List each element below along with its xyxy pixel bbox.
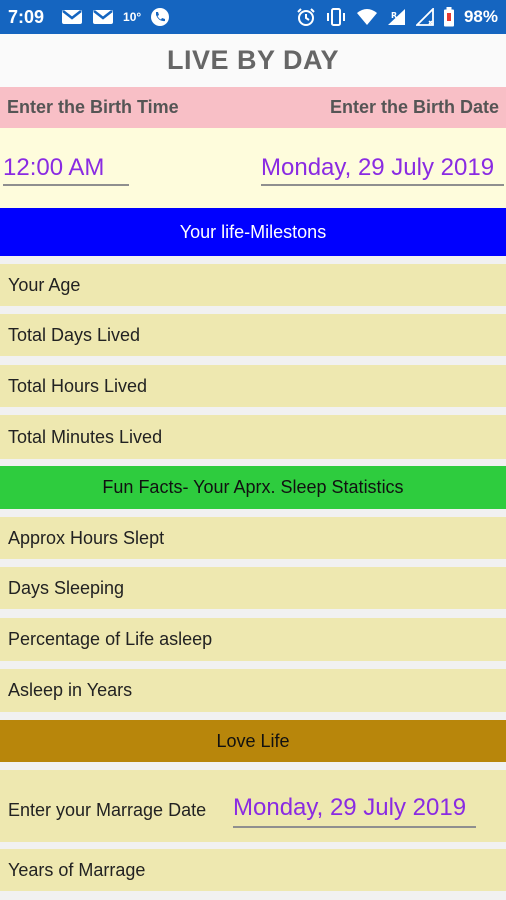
- marriage-date-field[interactable]: Monday, 29 July 2019: [233, 790, 476, 828]
- alarm-icon: [296, 7, 316, 27]
- status-time: 7:09: [8, 6, 45, 27]
- list-item-total-days: Total Days Lived: [0, 314, 506, 356]
- status-right: R 98%: [296, 7, 498, 27]
- battery-percent: 98%: [463, 7, 498, 26]
- signal-icon-2: [415, 8, 434, 26]
- birth-date-field[interactable]: Monday, 29 July 2019: [261, 150, 504, 186]
- weather-temp: 10°: [123, 10, 142, 24]
- vibrate-icon: [325, 7, 347, 27]
- sleep-stats-header: Fun Facts- Your Aprx. Sleep Statistics: [0, 466, 506, 509]
- phone-icon: [150, 7, 170, 27]
- list-item-total-minutes: Total Minutes Lived: [0, 415, 506, 459]
- list-item-asleep-years: Asleep in Years: [0, 669, 506, 712]
- list-item-percent-asleep: Percentage of Life asleep: [0, 618, 506, 661]
- svg-text:R: R: [391, 11, 397, 20]
- list-item-your-age: Your Age: [0, 264, 506, 306]
- app-title: LIVE BY DAY: [166, 45, 340, 75]
- list-item-days-sleeping: Days Sleeping: [0, 567, 506, 609]
- wifi-icon: [356, 8, 378, 26]
- birth-labels-bar: Enter the Birth Time Enter the Birth Dat…: [0, 87, 506, 128]
- marriage-date-row: Enter your Marrage Date Monday, 29 July …: [0, 770, 506, 842]
- birth-date-label: Enter the Birth Date: [329, 97, 499, 117]
- battery-icon: [443, 7, 455, 27]
- list-item-hours-slept: Approx Hours Slept: [0, 517, 506, 559]
- milestones-header: Your life-Milestons: [0, 208, 506, 256]
- list-item-years-marriage: Years of Marrage: [0, 849, 506, 891]
- birth-time-field[interactable]: 12:00 AM: [3, 150, 129, 186]
- status-bar: 7:09 10° R 98%: [0, 0, 506, 34]
- gmail-icon: [61, 9, 83, 25]
- status-left: 7:09 10°: [8, 7, 170, 28]
- gmail-icon: [92, 9, 114, 25]
- marriage-date-label: Enter your Marrage Date: [8, 800, 207, 820]
- app-bar: LIVE BY DAY: [0, 34, 506, 87]
- birth-input-row: 12:00 AM Monday, 29 July 2019: [0, 128, 506, 208]
- birth-time-label: Enter the Birth Time: [7, 97, 179, 117]
- signal-icon: R: [387, 8, 407, 26]
- love-life-header: Love Life: [0, 720, 506, 762]
- list-item-total-hours: Total Hours Lived: [0, 365, 506, 407]
